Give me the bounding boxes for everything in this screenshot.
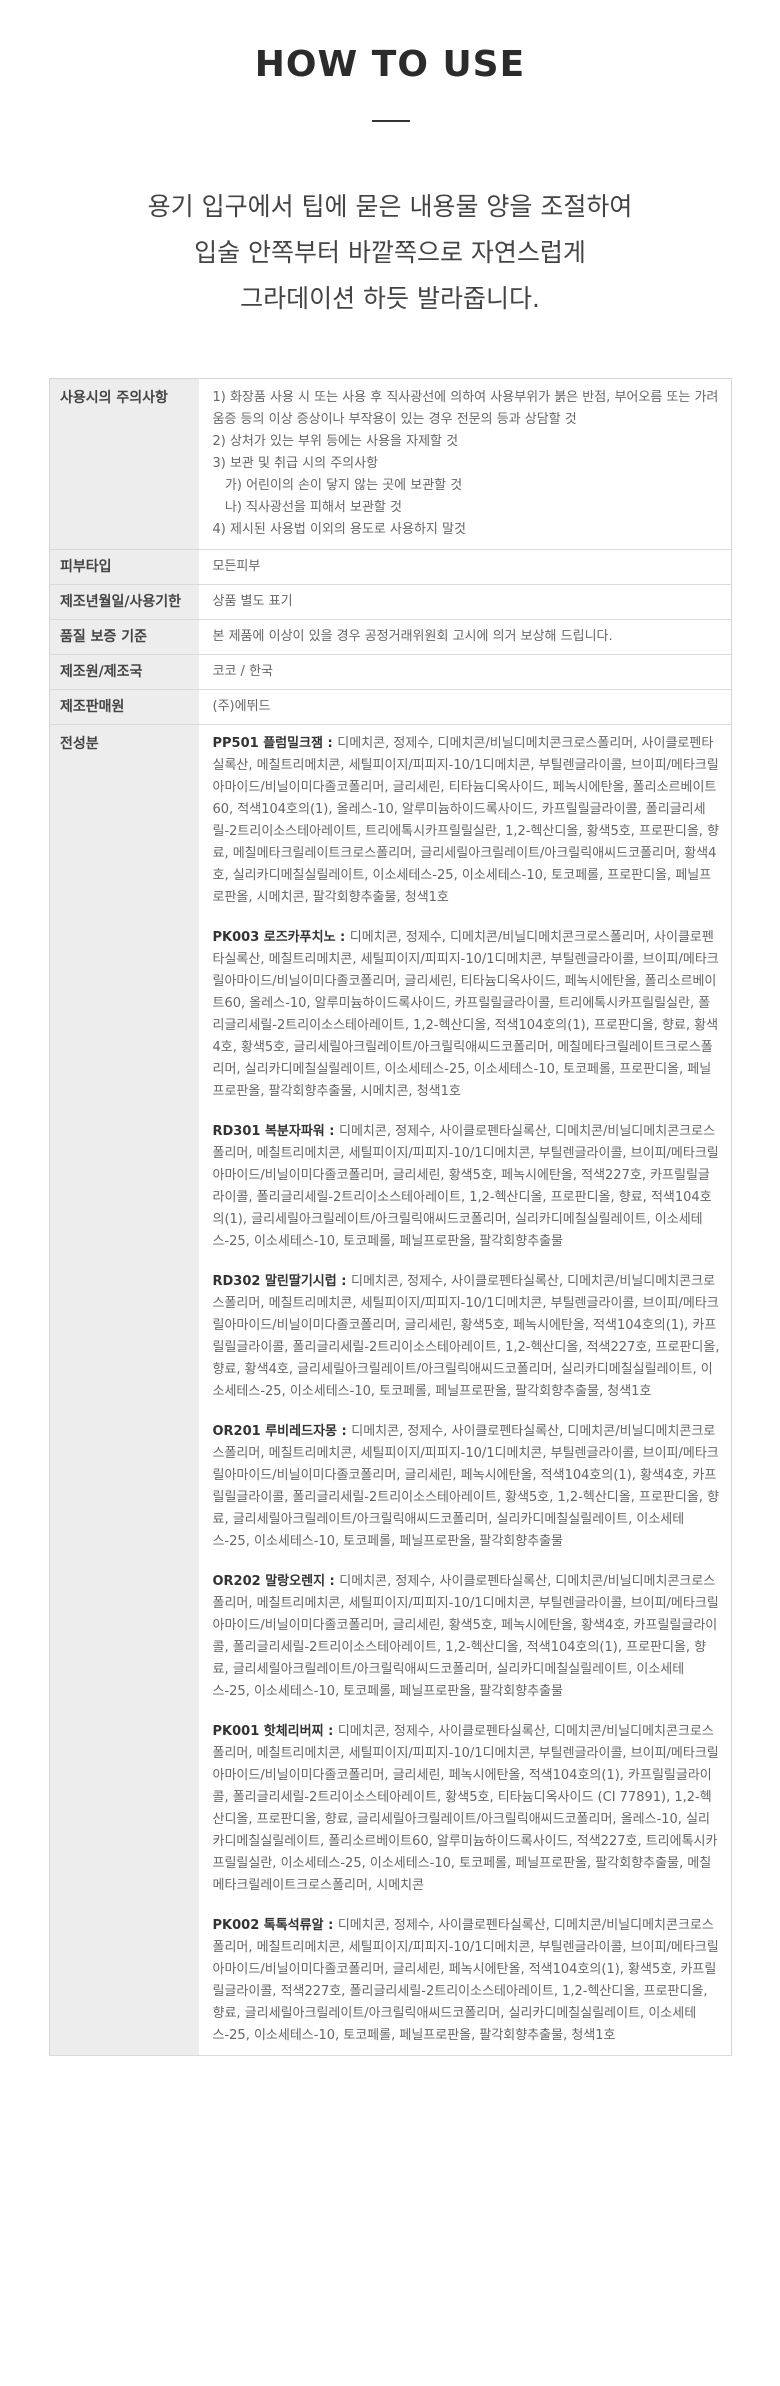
row-mfg-date: 제조년월일/사용기한 상품 별도 표기 <box>49 584 732 620</box>
ingredient-list: 디메치콘, 정제수, 사이클로펜타실록산, 디메치콘/비닐디메치콘크로스폴리머,… <box>212 1274 720 1399</box>
precautions-value: 1) 화장품 사용 시 또는 사용 후 직사광선에 의하여 사용부위가 붉은 반… <box>198 378 732 550</box>
ingredient-entry: PK003 로즈카푸치노 : 디메치콘, 정제수, 디메치콘/비닐디메치콘크로스… <box>213 927 722 1103</box>
ingredient-list: 디메치콘, 정제수, 사이클로펜타실록산, 디메치콘/비닐디메치콘크로스폴리머,… <box>212 1574 719 1699</box>
precaution-line: 2) 상처가 있는 부위 등에는 사용을 자제할 것 <box>212 434 459 449</box>
ingredient-entry: PK001 핫체리버찌 : 디메치콘, 정제수, 사이클로펜타실록산, 디메치콘… <box>213 1721 722 1897</box>
precaution-line: 3) 보관 및 취급 시의 주의사항 <box>212 456 379 471</box>
row-label: 피부타입 <box>49 549 199 585</box>
precaution-line: 가) 어린이의 손이 닿지 않는 곳에 보관할 것 <box>212 478 463 493</box>
shade-name: PK002 톡톡석류알 : <box>212 1918 338 1933</box>
shade-name: OR202 말랑오렌지 : <box>212 1574 340 1589</box>
shade-name: RD301 복분자파워 : <box>212 1124 340 1139</box>
ingredient-entry: OR201 루비레드자몽 : 디메치콘, 정제수, 사이클로펜타실록산, 디메치… <box>213 1421 722 1553</box>
row-label: 전성분 <box>49 724 199 2056</box>
row-quality: 품질 보증 기준 본 제품에 이상이 있을 경우 공정거래위원회 고시에 의거 … <box>49 619 732 655</box>
shade-name: PK003 로즈카푸치노 : <box>212 930 350 945</box>
ingredient-list: 디메치콘, 정제수, 사이클로펜타실록산, 디메치콘/비닐디메치콘크로스폴리머,… <box>212 1424 720 1549</box>
ingredient-entry: PK002 톡톡석류알 : 디메치콘, 정제수, 사이클로펜타실록산, 디메치콘… <box>213 1915 722 2047</box>
ingredients-value: PP501 플럼밀크잼 : 디메치콘, 정제수, 디메치콘/비닐디메치콘크로스폴… <box>198 724 732 2056</box>
ingredient-list: 디메치콘, 정제수, 사이클로펜타실록산, 디메치콘/비닐디메치콘크로스폴리머,… <box>212 1124 719 1249</box>
shade-name: OR201 루비레드자몽 : <box>212 1424 352 1439</box>
ingredient-entry: OR202 말랑오렌지 : 디메치콘, 정제수, 사이클로펜타실록산, 디메치콘… <box>213 1571 722 1703</box>
ingredient-entry: PP501 플럼밀크잼 : 디메치콘, 정제수, 디메치콘/비닐디메치콘크로스폴… <box>213 733 722 909</box>
usage-line: 용기 입구에서 팁에 묻은 내용물 양을 조절하여 <box>147 192 633 221</box>
row-value: 코코 / 한국 <box>198 654 732 690</box>
product-info-table: 사용시의 주의사항 1) 화장품 사용 시 또는 사용 후 직사광선에 의하여 … <box>49 378 732 2056</box>
row-origin: 제조원/제조국 코코 / 한국 <box>49 654 732 690</box>
row-label: 제조판매원 <box>49 689 199 725</box>
row-value: 모든피부 <box>198 549 732 585</box>
ingredient-list: 디메치콘, 정제수, 디메치콘/비닐디메치콘크로스폴리머, 사이클로펜타실록산,… <box>212 736 720 905</box>
page-title: HOW TO USE <box>254 44 526 85</box>
shade-name: PP501 플럼밀크잼 : <box>212 736 338 751</box>
row-value: (주)에뛰드 <box>198 689 732 725</box>
shade-name: PK001 핫체리버찌 : <box>212 1724 338 1739</box>
usage-line: 그라데이션 하듯 발라줍니다. <box>240 284 540 313</box>
precaution-line: 1) 화장품 사용 시 또는 사용 후 직사광선에 의하여 사용부위가 붉은 반… <box>212 390 719 427</box>
row-seller: 제조판매원 (주)에뛰드 <box>49 689 732 725</box>
shade-name: RD302 말린딸기시럽 : <box>212 1274 351 1289</box>
title-divider <box>372 120 410 122</box>
row-label: 제조년월일/사용기한 <box>49 584 199 620</box>
ingredient-list: 디메치콘, 정제수, 디메치콘/비닐디메치콘크로스폴리머, 사이클로펜타실록산,… <box>212 930 719 1099</box>
ingredient-list: 디메치콘, 정제수, 사이클로펜타실록산, 디메치콘/비닐디메치콘크로스폴리머,… <box>212 1918 719 2043</box>
row-precautions: 사용시의 주의사항 1) 화장품 사용 시 또는 사용 후 직사광선에 의하여 … <box>49 378 732 550</box>
usage-instructions: 용기 입구에서 팁에 묻은 내용물 양을 조절하여 입술 안쪽부터 바깥쪽으로 … <box>0 184 780 322</box>
row-label: 제조원/제조국 <box>49 654 199 690</box>
ingredient-list: 디메치콘, 정제수, 사이클로펜타실록산, 디메치콘/비닐디메치콘크로스폴리머,… <box>212 1724 719 1893</box>
product-detail-page: HOW TO USE 용기 입구에서 팁에 묻은 내용물 양을 조절하여 입술 … <box>0 0 780 2386</box>
ingredient-entry: RD302 말린딸기시럽 : 디메치콘, 정제수, 사이클로펜타실록산, 디메치… <box>213 1271 722 1403</box>
row-value: 상품 별도 표기 <box>198 584 732 620</box>
row-label: 품질 보증 기준 <box>49 619 199 655</box>
row-skin-type: 피부타입 모든피부 <box>49 549 732 585</box>
precaution-line: 나) 직사광선을 피해서 보관할 것 <box>212 500 402 515</box>
precaution-line: 4) 제시된 사용법 이외의 용도로 사용하지 말것 <box>212 522 466 537</box>
row-label: 사용시의 주의사항 <box>49 378 199 550</box>
ingredient-entry: RD301 복분자파워 : 디메치콘, 정제수, 사이클로펜타실록산, 디메치콘… <box>213 1121 722 1253</box>
row-value: 본 제품에 이상이 있을 경우 공정거래위원회 고시에 의거 보상해 드립니다. <box>198 619 732 655</box>
row-ingredients: 전성분 PP501 플럼밀크잼 : 디메치콘, 정제수, 디메치콘/비닐디메치콘… <box>49 724 732 2056</box>
usage-line: 입술 안쪽부터 바깥쪽으로 자연스럽게 <box>194 238 586 267</box>
